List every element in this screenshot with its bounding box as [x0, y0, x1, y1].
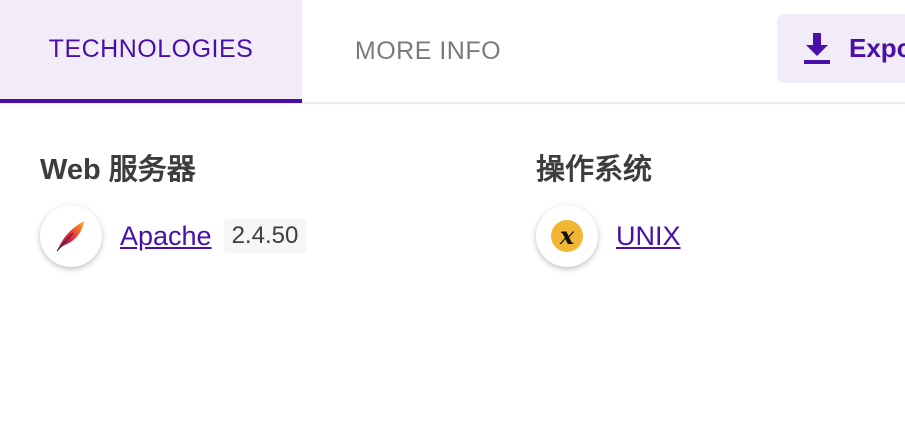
section-web-server: Web 服务器 Apache 2.4.50 [40, 150, 307, 268]
list-item-apache: Apache 2.4.50 [40, 204, 307, 268]
download-icon [804, 32, 830, 64]
unix-icon: x [536, 205, 598, 267]
export-button[interactable]: Expo [777, 14, 905, 83]
tab-technologies-label: TECHNOLOGIES [48, 35, 254, 63]
tab-technologies[interactable]: TECHNOLOGIES [0, 0, 302, 103]
section-title-operating-system: 操作系统 [536, 154, 653, 186]
section-operating-system: 操作系统 x UNIX [536, 150, 681, 268]
section-title-web-server: Web 服务器 [40, 154, 196, 186]
unix-link[interactable]: UNIX [616, 221, 681, 252]
tab-more-info-label: MORE INFO [354, 36, 502, 65]
top-bar: TECHNOLOGIES MORE INFO Expo [0, 0, 905, 104]
list-item-unix: x UNIX [536, 204, 681, 268]
apache-feather-icon [40, 205, 102, 267]
svg-text:x: x [559, 221, 575, 250]
export-button-label: Expo [849, 33, 905, 63]
tab-more-info[interactable]: MORE INFO [302, 0, 554, 102]
apache-version-badge: 2.4.50 [223, 219, 307, 253]
apache-link[interactable]: Apache [120, 221, 212, 252]
